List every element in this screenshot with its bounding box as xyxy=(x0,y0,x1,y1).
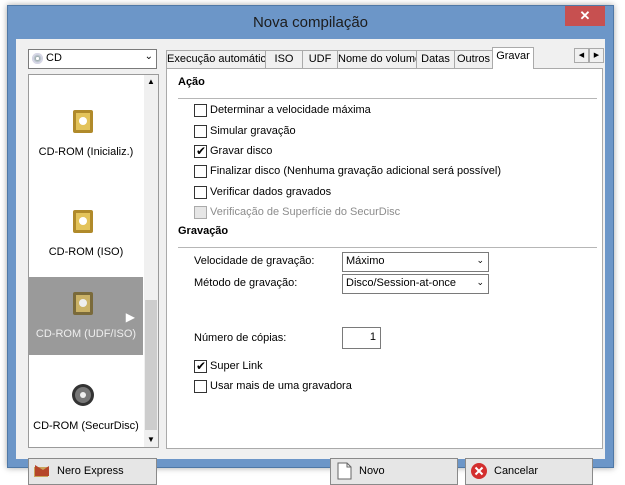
checkbox-box[interactable] xyxy=(194,165,207,178)
copies-value: 1 xyxy=(369,331,376,343)
acao-heading: Ação xyxy=(178,76,205,88)
compilation-type-list: CD-ROM (Inicializ.) CD-ROM (ISO) CD-ROM … xyxy=(28,74,159,448)
checkbox-box[interactable] xyxy=(194,125,207,138)
cancelar-label: Cancelar xyxy=(494,465,539,477)
close-button[interactable]: ✕ xyxy=(565,6,605,26)
method-value: Disco/Session-at-once xyxy=(346,277,457,289)
media-type-select[interactable]: CD ⌄ xyxy=(28,49,157,69)
list-item-label: CD-ROM (UDF/ISO) xyxy=(35,328,137,340)
copies-input[interactable]: 1 xyxy=(342,327,381,349)
cd-iso-icon xyxy=(73,210,93,233)
checkbox-label: Gravar disco xyxy=(210,145,273,157)
checkbox-box xyxy=(194,206,207,219)
novo-button[interactable]: Novo xyxy=(330,458,458,485)
chevron-down-icon: ⌄ xyxy=(476,277,484,287)
tab-datas[interactable]: Datas xyxy=(416,50,455,68)
chevron-down-icon: ⌄ xyxy=(476,255,484,265)
checkbox-label: Verificação de Superfície do SecurDisc xyxy=(210,206,401,218)
scroll-thumb[interactable] xyxy=(145,300,157,430)
acao-divider xyxy=(178,98,597,99)
list-item-cd-udf-iso[interactable]: CD-ROM (UDF/ISO) ▶ xyxy=(29,277,143,355)
cancel-icon xyxy=(471,463,487,479)
list-item-cd-boot[interactable]: CD-ROM (Inicializ.) xyxy=(29,95,143,173)
checkbox-box[interactable]: ✔ xyxy=(194,359,207,373)
speed-label: Velocidade de gravação: xyxy=(194,255,315,267)
gravacao-divider xyxy=(178,247,597,248)
scroll-up-icon[interactable]: ▲ xyxy=(144,75,158,89)
new-document-icon xyxy=(337,462,352,480)
list-item-label: CD-ROM (ISO) xyxy=(48,246,124,258)
disc-icon xyxy=(32,53,43,64)
novo-label: Novo xyxy=(359,465,385,477)
media-type-value: CD xyxy=(46,52,62,64)
gravacao-heading: Gravação xyxy=(178,225,229,237)
speed-select[interactable]: Máximo ⌄ xyxy=(342,252,489,272)
selection-arrow-icon: ▶ xyxy=(125,310,135,324)
tab-gravar[interactable]: Gravar xyxy=(492,47,534,69)
gravar-panel: Ação Determinar a velocidade máxima Simu… xyxy=(166,68,603,449)
copies-label: Número de cópias: xyxy=(194,332,287,344)
checkbox-box[interactable] xyxy=(194,380,207,393)
checkbox-label: Usar mais de uma gravadora xyxy=(210,380,352,392)
method-select[interactable]: Disco/Session-at-once ⌄ xyxy=(342,274,489,294)
chevron-down-icon: ⌄ xyxy=(144,51,153,62)
nero-express-label: Nero Express xyxy=(57,465,124,477)
speed-value: Máximo xyxy=(346,255,385,267)
tab-scroll-buttons: ◀ ▶ xyxy=(574,48,604,63)
tab-right-icon[interactable]: ▶ xyxy=(589,48,604,63)
list-scrollbar[interactable]: ▲ ▼ xyxy=(144,75,158,447)
checkbox-label: Super Link xyxy=(210,360,263,372)
cancelar-button[interactable]: Cancelar xyxy=(465,458,593,485)
tab-nome-do-volume[interactable]: Nome do volume xyxy=(337,50,421,68)
scroll-down-icon[interactable]: ▼ xyxy=(144,433,158,447)
cd-udf-iso-icon xyxy=(73,292,93,315)
list-item-securdisc[interactable]: CD-ROM (SecurDisc) xyxy=(29,369,143,447)
tab-udf[interactable]: UDF xyxy=(302,50,338,68)
tab-iso[interactable]: ISO xyxy=(265,50,303,68)
checkbox-box[interactable] xyxy=(194,186,207,199)
tab-outros[interactable]: Outros xyxy=(454,50,493,68)
tab-execucao-automatica[interactable]: Execução automática xyxy=(166,50,272,68)
list-item-label: CD-ROM (Inicializ.) xyxy=(38,146,134,158)
title-bar: Nova compilação ✕ xyxy=(8,6,613,39)
dialog-window: Nova compilação ✕ CD ⌄ CD-ROM (Inicializ… xyxy=(7,5,614,485)
nero-express-icon xyxy=(34,465,49,477)
dialog-client: CD ⌄ CD-ROM (Inicializ.) CD-ROM (ISO) CD… xyxy=(16,39,605,485)
checkmark-icon: ✔ xyxy=(196,144,207,158)
checkbox-label: Simular gravação xyxy=(210,125,296,137)
checkbox-box[interactable] xyxy=(194,104,207,117)
window-title: Nova compilação xyxy=(252,14,369,31)
list-item-cd-iso[interactable]: CD-ROM (ISO) xyxy=(29,195,143,273)
checkbox-box[interactable]: ✔ xyxy=(194,144,207,158)
list-item-label: CD-ROM (SecurDisc) xyxy=(33,420,139,432)
checkbox-label: Finalizar disco (Nenhuma gravação adicio… xyxy=(210,165,502,177)
nero-express-button[interactable]: Nero Express xyxy=(28,458,157,485)
checkbox-label: Verificar dados gravados xyxy=(210,186,332,198)
method-label: Método de gravação: xyxy=(194,277,298,289)
checkbox-label: Determinar a velocidade máxima xyxy=(210,104,371,116)
tab-left-icon[interactable]: ◀ xyxy=(574,48,589,63)
cd-boot-icon xyxy=(73,110,93,133)
checkmark-icon: ✔ xyxy=(196,359,207,373)
securdisc-icon xyxy=(72,384,94,406)
